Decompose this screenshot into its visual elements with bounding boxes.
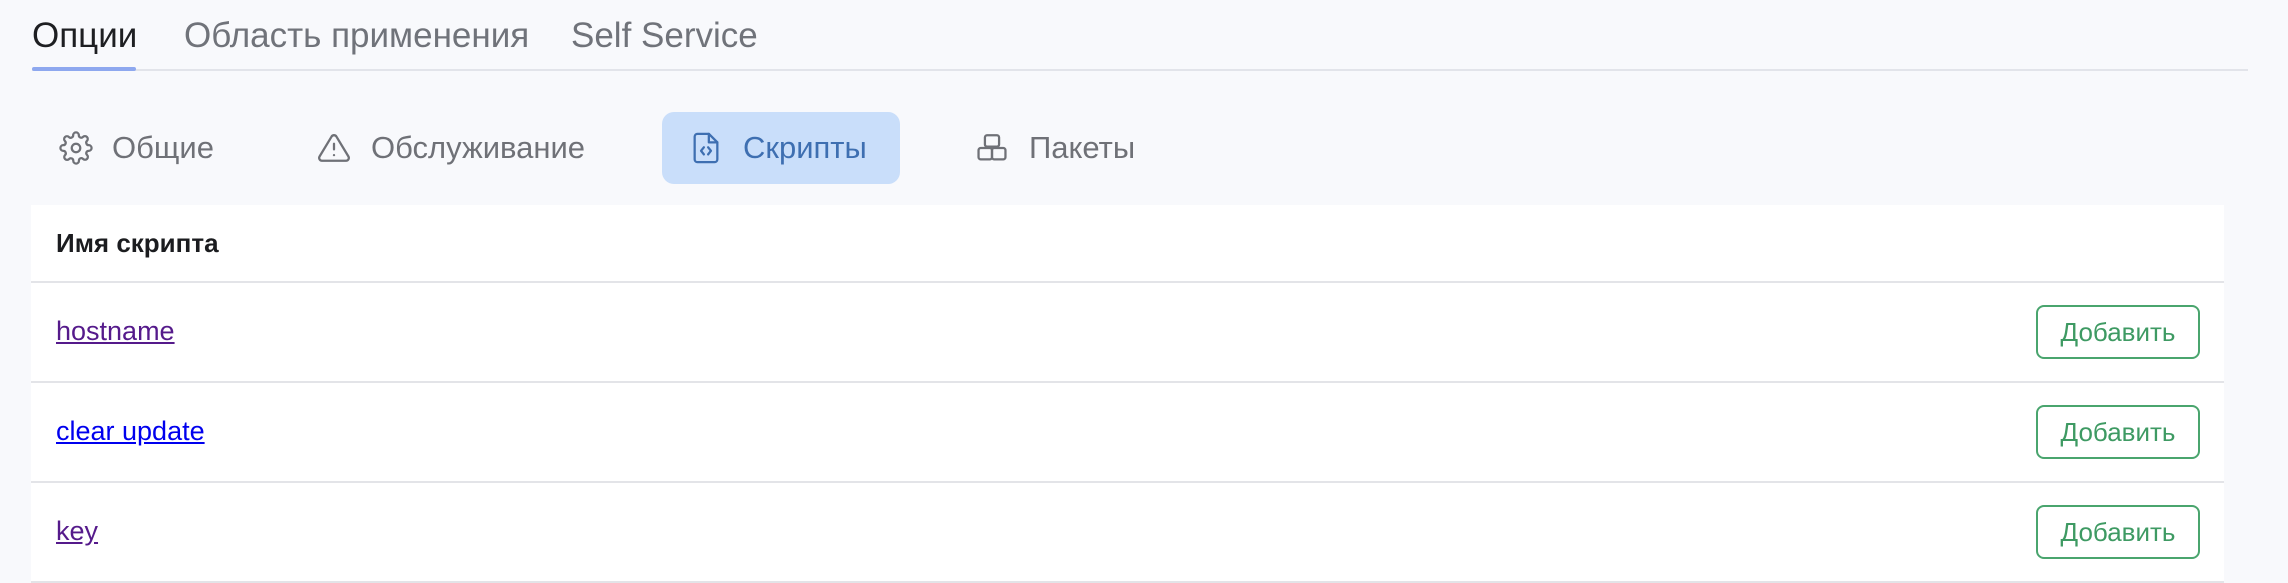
tab-scope[interactable]: Область применения — [184, 14, 529, 58]
script-link-key[interactable]: key — [56, 514, 98, 548]
tab-options[interactable]: Опции — [32, 14, 137, 58]
add-script-button[interactable]: Добавить — [2036, 305, 2200, 359]
table-header: Имя скрипта — [31, 205, 2224, 283]
active-tab-indicator — [32, 67, 136, 71]
scripts-table: Имя скрипта hostname Добавить clear upda… — [31, 205, 2224, 583]
package-icon — [975, 131, 1009, 165]
script-link-clear-update[interactable]: clear update — [56, 414, 205, 448]
subtab-packages[interactable]: Пакеты — [960, 112, 1160, 184]
subtab-general[interactable]: Общие — [44, 112, 234, 184]
script-file-icon — [689, 131, 723, 165]
script-link-hostname[interactable]: hostname — [56, 314, 175, 348]
subtab-scripts-label: Скрипты — [743, 130, 867, 165]
column-header-script-name: Имя скрипта — [56, 228, 219, 258]
add-script-button[interactable]: Добавить — [2036, 405, 2200, 459]
subtab-packages-label: Пакеты — [1029, 130, 1136, 165]
warning-triangle-icon — [317, 131, 351, 165]
subtab-maintenance[interactable]: Обслуживание — [302, 112, 602, 184]
table-row: key Добавить — [31, 483, 2224, 583]
subtab-general-label: Общие — [112, 130, 214, 165]
gear-icon — [59, 131, 93, 165]
table-row: hostname Добавить — [31, 283, 2224, 383]
subtab-maintenance-label: Обслуживание — [371, 130, 586, 165]
subtab-scripts[interactable]: Скрипты — [662, 112, 900, 184]
add-script-button[interactable]: Добавить — [2036, 505, 2200, 559]
top-tab-bar: Опции Область применения Self Service — [32, 0, 2248, 71]
tab-self-service[interactable]: Self Service — [571, 14, 758, 58]
table-row: clear update Добавить — [31, 383, 2224, 483]
